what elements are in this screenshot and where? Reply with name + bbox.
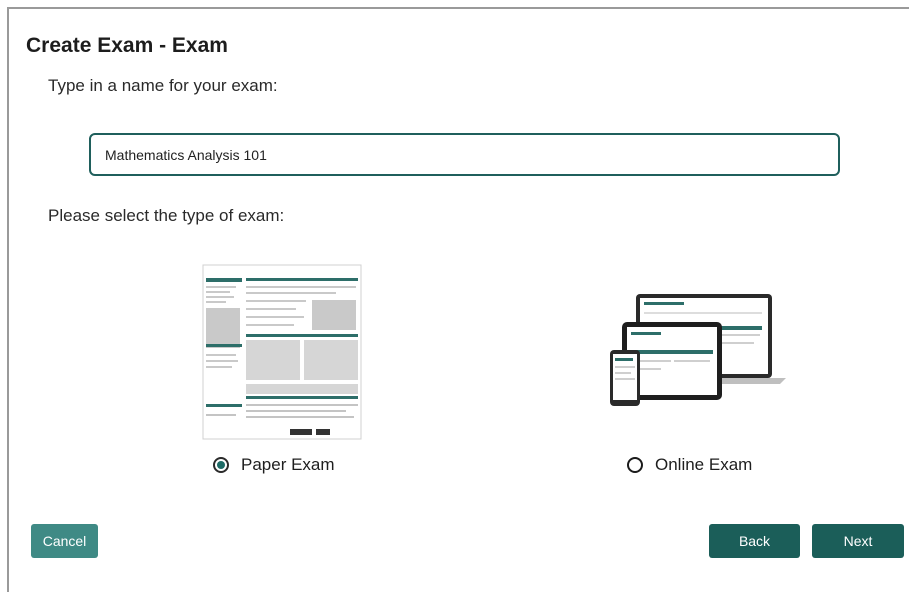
paper-exam-option[interactable]: Paper Exam xyxy=(213,455,335,475)
paper-exam-label: Paper Exam xyxy=(241,455,335,474)
cancel-button[interactable]: Cancel xyxy=(31,524,98,558)
exam-name-input[interactable] xyxy=(89,133,840,176)
dialog-title: Create Exam - Exam xyxy=(26,34,228,57)
exam-type-prompt: Please select the type of exam: xyxy=(48,206,285,225)
online-exam-illustration[interactable] xyxy=(610,292,790,408)
next-button[interactable]: Next xyxy=(812,524,904,558)
online-exam-option[interactable]: Online Exam xyxy=(627,455,752,475)
online-exam-label: Online Exam xyxy=(655,455,753,474)
paper-exam-illustration[interactable] xyxy=(202,264,362,440)
back-button[interactable]: Back xyxy=(709,524,800,558)
online-exam-radio[interactable] xyxy=(627,457,643,473)
paper-exam-radio[interactable] xyxy=(213,457,229,473)
exam-name-prompt: Type in a name for your exam: xyxy=(48,76,278,95)
